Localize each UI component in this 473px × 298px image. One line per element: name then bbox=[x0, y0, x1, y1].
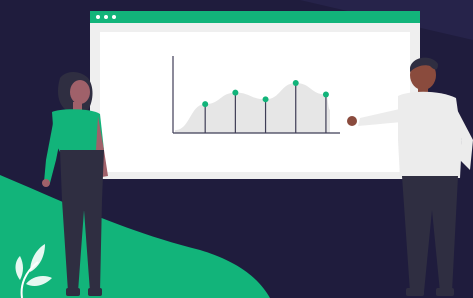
window-dot-icon bbox=[104, 15, 108, 19]
browser-window bbox=[90, 11, 420, 179]
window-dot-icon bbox=[112, 15, 116, 19]
illustration-stage bbox=[0, 0, 473, 298]
chart-point bbox=[292, 79, 299, 86]
presentation-illustration bbox=[0, 0, 473, 298]
window-dot-icon bbox=[96, 15, 100, 19]
chart-point bbox=[262, 96, 269, 103]
chart-point bbox=[232, 89, 239, 96]
chart-point bbox=[202, 101, 209, 108]
chart-point bbox=[322, 91, 329, 98]
window-titlebar bbox=[90, 11, 420, 23]
